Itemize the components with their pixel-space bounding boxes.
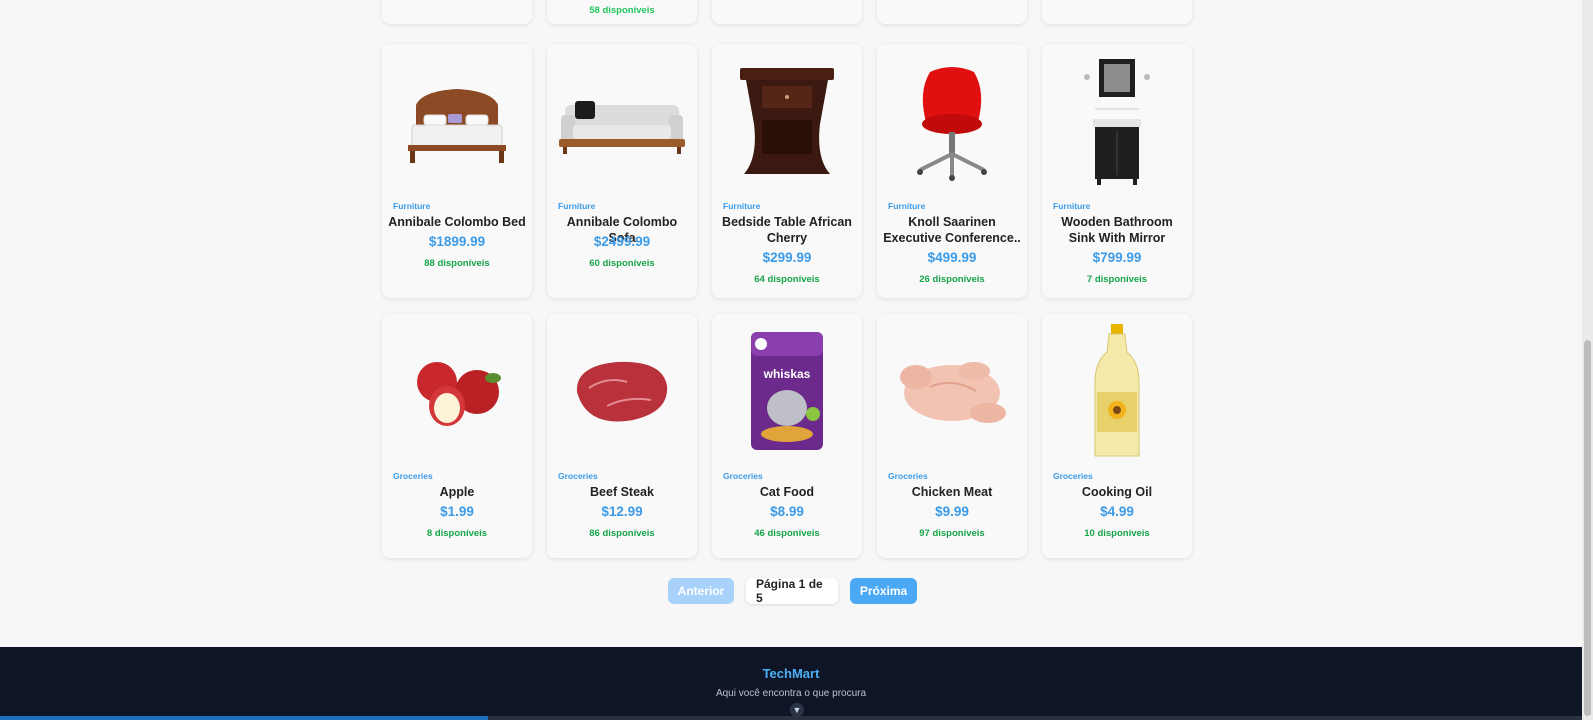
chevron-down-icon[interactable]: ▼ [790,703,804,717]
stock-label: 7 disponíveis [1086,274,1148,285]
product-card[interactable]: whiskas Groceries Cat Food $8.99 46 disp… [712,314,862,558]
product-title: Bedside Table African Cherry [722,215,852,245]
product-card[interactable] [712,0,862,24]
product-price: $2499.99 [593,234,651,249]
office-chair-icon [885,48,1019,196]
stock-label: 10 disponíveis [1084,528,1150,539]
product-row-partial: 58 disponíveis [382,0,1210,24]
footer-tagline: Aqui você encontra o que procura [715,688,867,699]
product-title: Cat Food [759,485,815,499]
apple-icon [390,318,524,466]
product-price: $499.99 [927,250,977,265]
product-price: $4.99 [1100,504,1134,519]
bed-icon [390,48,524,196]
product-card[interactable]: Furniture Knoll Saarinen Executive Confe… [877,44,1027,298]
product-price: $799.99 [1092,250,1142,265]
product-category: Groceries [558,471,598,481]
stock-label: 86 disponíveis [589,528,655,539]
product-card[interactable]: Groceries Apple $1.99 8 disponíveis [382,314,532,558]
product-card[interactable]: Groceries Chicken Meat $9.99 97 disponív… [877,314,1027,558]
bathroom-sink-icon [1050,48,1184,196]
footer: TechMart Aqui você encontra o que procur… [0,647,1582,720]
product-card[interactable] [1042,0,1192,24]
product-title: Cooking Oil [1081,485,1153,499]
product-title: Apple [439,485,475,499]
sofa-icon [555,48,689,196]
bottom-strip [0,716,1582,720]
product-category: Groceries [1053,471,1093,481]
page-indicator: Página 1 de 5 [746,577,838,605]
product-category: Groceries [723,471,763,481]
product-category: Furniture [1053,201,1091,211]
product-category: Furniture [888,201,926,211]
stock-label: 88 disponíveis [424,258,490,269]
product-title: Annibale Colombo Bed [388,215,526,229]
next-page-button[interactable]: Próxima [850,578,917,604]
previous-page-button[interactable]: Anterior [668,578,734,604]
product-price: $299.99 [762,250,812,265]
product-title: Wooden Bathroom Sink With Mirror [1061,215,1173,245]
product-category: Furniture [393,201,431,211]
product-category: Furniture [558,201,596,211]
footer-brand: TechMart [762,666,820,681]
product-card[interactable] [877,0,1027,24]
product-price: $12.99 [601,504,643,519]
product-card[interactable]: Groceries Cooking Oil $4.99 10 disponíve… [1042,314,1192,558]
product-category: Groceries [888,471,928,481]
bedside-table-icon [720,48,854,196]
stock-label: 60 disponíveis [589,258,655,269]
product-title: Knoll Saarinen Executive Conference.. [883,215,1021,245]
product-card[interactable] [382,0,532,24]
svg-text:whiskas: whiskas [763,367,811,381]
stock-label: 58 disponíveis [589,5,655,16]
stock-label: 46 disponíveis [754,528,820,539]
product-title: Beef Steak [590,485,654,499]
steak-icon [555,318,689,466]
stock-label: 26 disponíveis [919,274,985,285]
product-card[interactable]: Furniture Annibale Colombo Sofa $2499.99… [547,44,697,298]
scrollbar[interactable] [1582,0,1593,720]
product-card[interactable]: Groceries Beef Steak $12.99 86 disponíve… [547,314,697,558]
scrollbar-thumb[interactable] [1584,340,1591,716]
stock-label: 64 disponíveis [754,274,820,285]
product-category: Furniture [723,201,761,211]
product-price: $1899.99 [428,234,486,249]
product-price: $8.99 [770,504,804,519]
oil-bottle-icon [1050,318,1184,466]
page: 58 disponíveis Furniture Annibale Colomb… [0,0,1582,720]
product-card[interactable]: 58 disponíveis [547,0,697,24]
product-price: $9.99 [935,504,969,519]
product-card[interactable]: Furniture Wooden Bathroom Sink With Mirr… [1042,44,1192,298]
product-price: $1.99 [440,504,474,519]
stock-label: 8 disponíveis [426,528,488,539]
product-card[interactable]: Furniture Bedside Table African Cherry $… [712,44,862,298]
pagination: Anterior Página 1 de 5 Próxima [668,577,917,605]
product-title: Chicken Meat [911,485,993,499]
chicken-icon [885,318,1019,466]
stock-label: 97 disponíveis [919,528,985,539]
cat-food-icon: whiskas [720,318,854,466]
product-card[interactable]: Furniture Annibale Colombo Bed $1899.99 … [382,44,532,298]
product-category: Groceries [393,471,433,481]
